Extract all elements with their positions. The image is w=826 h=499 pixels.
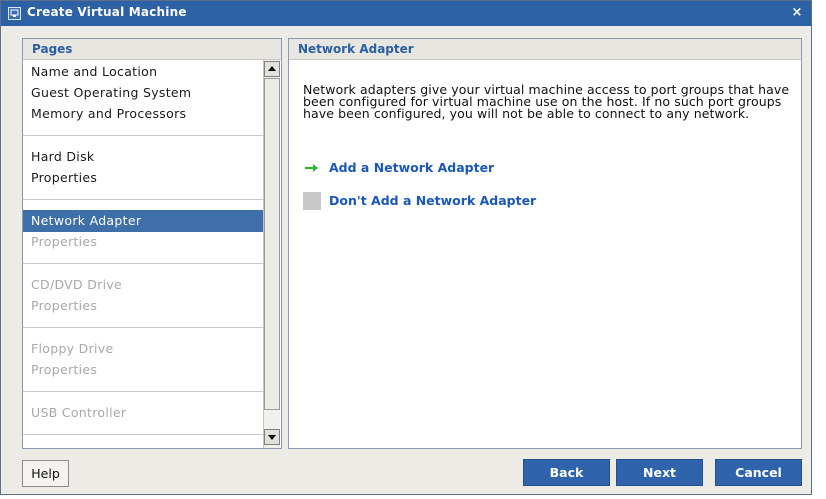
scroll-thumb[interactable] (264, 78, 280, 410)
scroll-down-button[interactable] (264, 429, 280, 445)
virtual-machine-icon (8, 7, 21, 20)
gray-square-icon (303, 192, 321, 210)
dont-add-network-adapter-option[interactable]: Don't Add a Network Adapter (303, 191, 603, 211)
background-margin (0, 495, 826, 499)
pages-header: Pages (23, 39, 281, 60)
group-divider (23, 199, 263, 200)
green-arrow-icon (305, 164, 318, 172)
group-divider (23, 327, 263, 328)
cancel-button[interactable]: Cancel (715, 459, 802, 486)
group-divider (23, 135, 263, 136)
page-item-network-adapter[interactable]: Network Adapter (23, 210, 263, 232)
help-button[interactable]: Help (22, 460, 69, 487)
group-divider (23, 391, 263, 392)
chevron-up-icon (268, 66, 276, 71)
dont-add-network-adapter-label[interactable]: Don't Add a Network Adapter (329, 191, 536, 211)
chevron-down-icon (268, 435, 276, 440)
next-button[interactable]: Next (616, 459, 703, 486)
window-title: Create Virtual Machine (27, 5, 187, 19)
add-network-adapter-label[interactable]: Add a Network Adapter (329, 158, 494, 178)
content-header: Network Adapter (289, 39, 801, 60)
create-vm-dialog: Create Virtual Machine × Pages Name and … (0, 0, 812, 495)
page-item-hard-disk-properties[interactable]: Properties (23, 167, 263, 189)
page-item-network-properties: Properties (31, 234, 98, 249)
background-margin (812, 0, 826, 499)
page-item-floppy-drive: Floppy Drive (31, 341, 114, 356)
back-button[interactable]: Back (523, 459, 610, 486)
content-panel: Network Adapter Network adapters give yo… (288, 38, 802, 449)
page-item-guest-os[interactable]: Guest Operating System (23, 82, 263, 104)
page-item-floppy-properties: Properties (31, 362, 98, 377)
network-adapter-description: Network adapters give your virtual machi… (303, 82, 790, 121)
scroll-up-button[interactable] (264, 61, 280, 77)
page-item-name-location[interactable]: Name and Location (23, 61, 263, 83)
group-divider (23, 434, 263, 435)
page-item-cd-dvd-drive: CD/DVD Drive (31, 277, 123, 292)
title-bar[interactable]: Create Virtual Machine × (1, 1, 811, 26)
page-item-cd-dvd-properties: Properties (31, 298, 98, 313)
pages-panel: Pages Name and Location Guest Operating … (22, 38, 282, 449)
page-item-usb-controller: USB Controller (31, 405, 127, 420)
pages-scrollbar[interactable] (263, 60, 280, 448)
group-divider (23, 263, 263, 264)
pages-list: Name and Location Guest Operating System… (23, 60, 263, 448)
page-item-hard-disk[interactable]: Hard Disk (23, 146, 263, 168)
page-item-memory-processors[interactable]: Memory and Processors (23, 103, 263, 125)
add-network-adapter-option[interactable]: Add a Network Adapter (303, 158, 603, 178)
close-icon[interactable]: × (789, 5, 805, 21)
